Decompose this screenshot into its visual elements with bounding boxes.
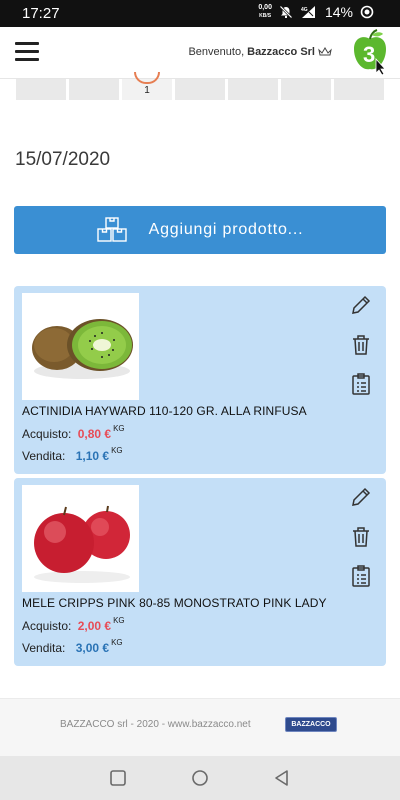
sale-price: 1,10 € (75, 449, 110, 463)
menu-icon (15, 42, 39, 45)
purchase-price-row: Acquisto: 2,00 € KG (22, 616, 125, 633)
recent-apps-square-icon[interactable] (108, 768, 128, 788)
sale-price: 3,00 € (75, 641, 110, 655)
app-logo[interactable]: 3 (350, 29, 390, 75)
step-tab[interactable] (16, 79, 66, 100)
home-circle-icon[interactable] (190, 768, 210, 788)
company-name: Bazzacco Srl (247, 46, 315, 58)
purchase-label: Acquisto: (22, 427, 72, 441)
app-header: Benvenuto, Bazzacco Srl 3 (0, 27, 400, 79)
price-unit: KG (111, 638, 123, 647)
step-tabs: 1 (16, 72, 384, 100)
step-tab-active[interactable]: 1 (122, 72, 172, 100)
step-progress-arc (134, 72, 160, 84)
product-name: ACTINIDIA HAYWARD 110-120 GR. ALLA RINFU… (22, 404, 307, 418)
edit-pencil-icon[interactable] (350, 294, 372, 316)
footer-copyright: BAZZACCO srl - 2020 - www.bazzacco.net (60, 719, 251, 730)
step-tab[interactable] (228, 79, 278, 100)
price-unit: KG (113, 424, 125, 433)
edit-pencil-icon[interactable] (350, 486, 372, 508)
step-number: 1 (144, 85, 150, 96)
welcome-message: Benvenuto, Bazzacco Srl (188, 46, 332, 58)
page-date: 15/07/2020 (15, 149, 111, 170)
status-bar: 17:27 0,00 KB/S 4G 14% (0, 0, 400, 27)
boxes-icon (96, 217, 127, 242)
product-image-kiwi (22, 293, 139, 400)
product-card: MELE CRIPPS PINK 80-85 MONOSTRATO PINK L… (14, 478, 386, 666)
purchase-price-row: Acquisto: 0,80 € KG (22, 424, 125, 441)
welcome-label: Benvenuto, (188, 46, 245, 58)
status-time: 17:27 (22, 5, 60, 22)
battery-saver-icon (360, 5, 374, 19)
add-product-label: Aggiungi prodotto... (148, 221, 304, 238)
network-speed: 0,00 KB/S (258, 4, 272, 20)
clipboard-list-icon[interactable] (350, 373, 372, 395)
system-nav-bar (0, 756, 400, 800)
signal-label: 4G (301, 7, 308, 13)
trash-icon[interactable] (350, 526, 372, 548)
sale-label: Vendita: (22, 641, 66, 655)
signal-icon: 4G (301, 6, 315, 18)
crown-icon (318, 47, 332, 56)
mute-bell-icon (279, 5, 293, 19)
sale-price-row: Vendita: 1,10 € KG (22, 446, 123, 463)
step-tab[interactable] (69, 79, 119, 100)
sale-price-row: Vendita: 3,00 € KG (22, 638, 123, 655)
sale-label: Vendita: (22, 449, 66, 463)
menu-button[interactable] (15, 42, 39, 62)
step-tab[interactable] (281, 79, 331, 100)
battery-percent: 14% (324, 4, 353, 20)
back-triangle-icon[interactable] (272, 768, 292, 788)
price-unit: KG (111, 446, 123, 455)
product-card: ACTINIDIA HAYWARD 110-120 GR. ALLA RINFU… (14, 286, 386, 474)
footer-brand-logo[interactable]: BAZZACCO (285, 717, 337, 732)
step-tab[interactable] (334, 79, 384, 100)
product-image-apple (22, 485, 139, 592)
price-unit: KG (113, 616, 125, 625)
status-icons: 0,00 KB/S 4G 14% (258, 4, 374, 20)
page-footer: BAZZACCO srl - 2020 - www.bazzacco.net B… (0, 698, 400, 756)
product-name: MELE CRIPPS PINK 80-85 MONOSTRATO PINK L… (22, 596, 327, 610)
add-product-button[interactable]: Aggiungi prodotto... (14, 206, 386, 254)
step-tab[interactable] (175, 79, 225, 100)
network-speed-value: 0,00 (258, 4, 272, 11)
app-logo-number: 3 (363, 42, 375, 67)
trash-icon[interactable] (350, 334, 372, 356)
purchase-price: 2,00 € (77, 619, 112, 633)
clipboard-list-icon[interactable] (350, 565, 372, 587)
purchase-price: 0,80 € (77, 427, 112, 441)
network-speed-unit: KB/S (259, 13, 272, 19)
purchase-label: Acquisto: (22, 619, 72, 633)
